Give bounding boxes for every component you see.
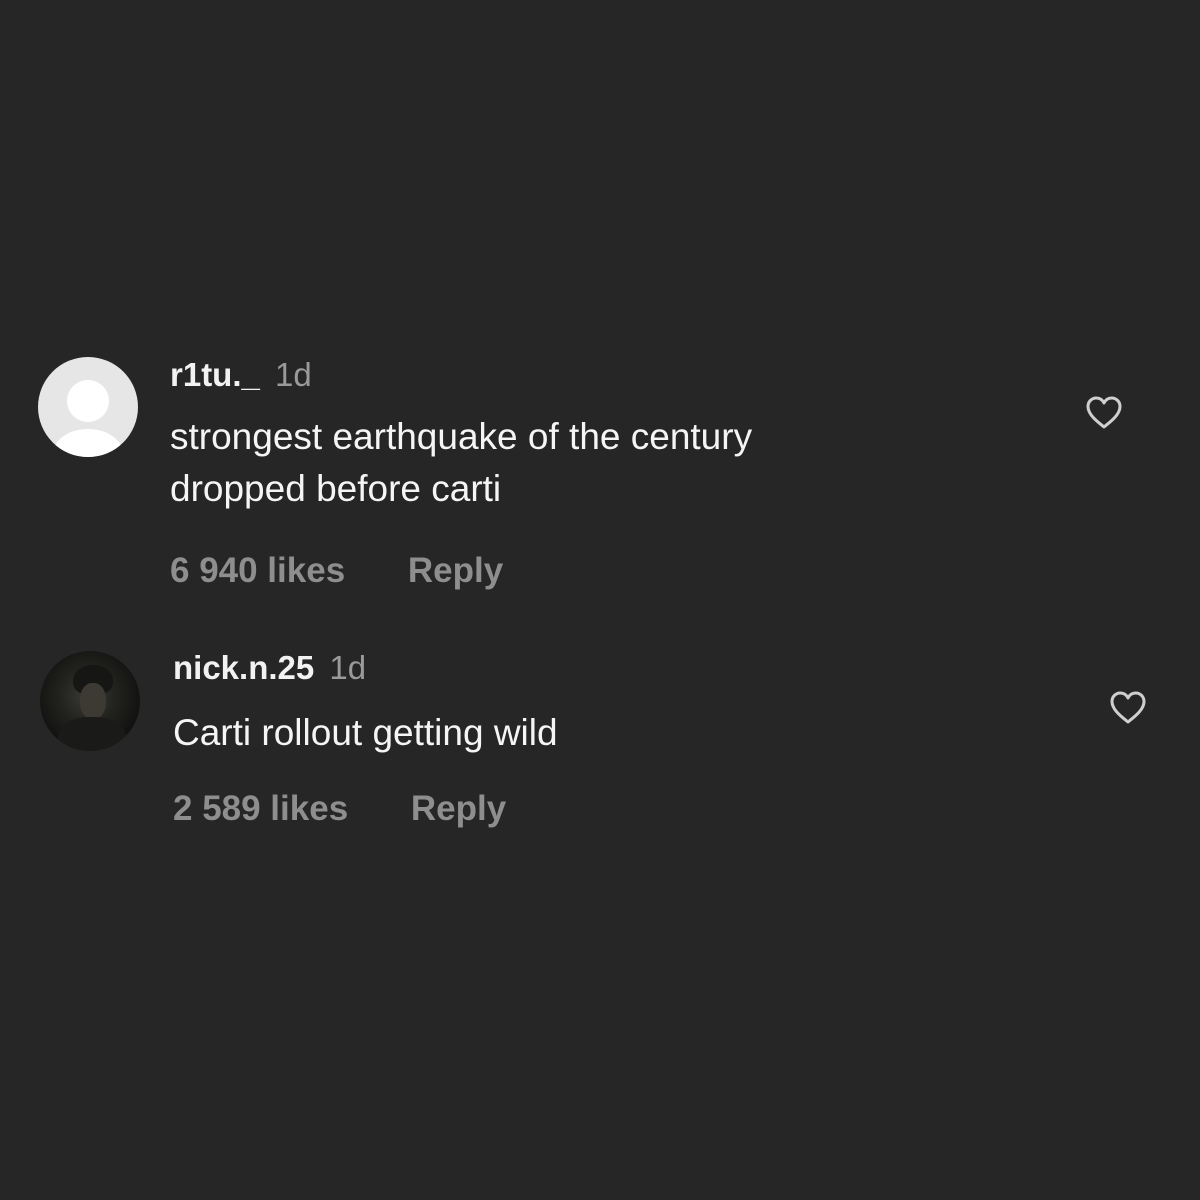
comment-text-line: strongest earthquake of the century — [170, 416, 753, 457]
comment-text: Carti rollout getting wild — [173, 707, 1033, 759]
timestamp: 1d — [275, 356, 312, 393]
comment-content: r1tu._ 1d strongest earthquake of the ce… — [170, 355, 1030, 591]
comment-text: strongest earthquake of the century drop… — [170, 411, 1030, 515]
heart-outline-icon[interactable] — [1084, 393, 1124, 433]
reply-button[interactable]: Reply — [408, 551, 503, 591]
heart-outline-icon[interactable] — [1108, 688, 1148, 728]
avatar-photo-body — [58, 717, 126, 751]
avatar[interactable] — [40, 651, 140, 751]
avatar[interactable] — [38, 357, 138, 457]
username[interactable]: r1tu._ — [170, 356, 260, 393]
likes-count[interactable]: 2 589 likes — [173, 789, 348, 829]
timestamp: 1d — [329, 649, 367, 686]
comment-content: nick.n.25 1d Carti rollout getting wild … — [173, 648, 1033, 829]
avatar-photo-face — [80, 683, 106, 719]
reply-button[interactable]: Reply — [411, 789, 506, 829]
comment-meta: r1tu._ 1d — [170, 355, 1030, 395]
default-avatar-head — [67, 380, 109, 422]
likes-count[interactable]: 6 940 likes — [170, 551, 345, 591]
comment-text-line: dropped before carti — [170, 468, 502, 509]
username[interactable]: nick.n.25 — [173, 649, 314, 686]
comment-actions: 2 589 likes Reply — [173, 789, 1033, 829]
comment-text-line: Carti rollout getting wild — [173, 712, 558, 753]
comment-actions: 6 940 likes Reply — [170, 551, 1030, 591]
comments-list: r1tu._ 1d strongest earthquake of the ce… — [0, 0, 1200, 1200]
comment-meta: nick.n.25 1d — [173, 648, 1033, 688]
default-avatar-shoulders — [53, 429, 123, 457]
